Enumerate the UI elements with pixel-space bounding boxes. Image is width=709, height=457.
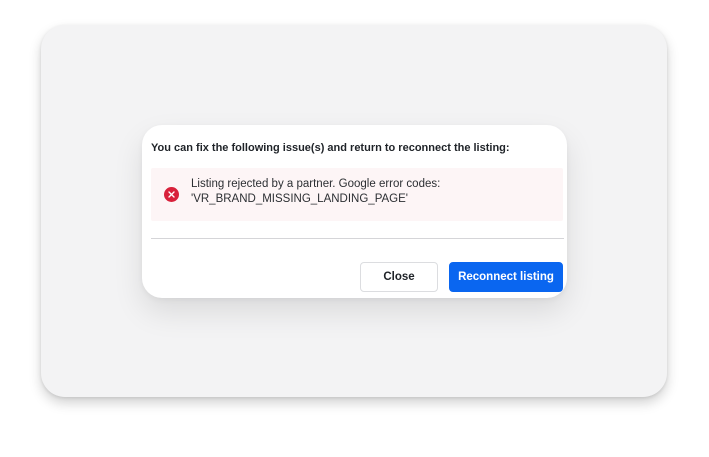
- error-icon: [164, 187, 179, 202]
- divider: [151, 238, 564, 239]
- reconnect-listing-button[interactable]: Reconnect listing: [449, 262, 563, 292]
- error-alert: Listing rejected by a partner. Google er…: [151, 168, 563, 221]
- reconnect-dialog: You can fix the following issue(s) and r…: [142, 125, 567, 298]
- alert-message: Listing rejected by a partner. Google er…: [191, 178, 441, 190]
- close-button[interactable]: Close: [360, 262, 438, 292]
- alert-error-code: 'VR_BRAND_MISSING_LANDING_PAGE': [191, 193, 408, 205]
- dialog-heading: You can fix the following issue(s) and r…: [151, 142, 510, 154]
